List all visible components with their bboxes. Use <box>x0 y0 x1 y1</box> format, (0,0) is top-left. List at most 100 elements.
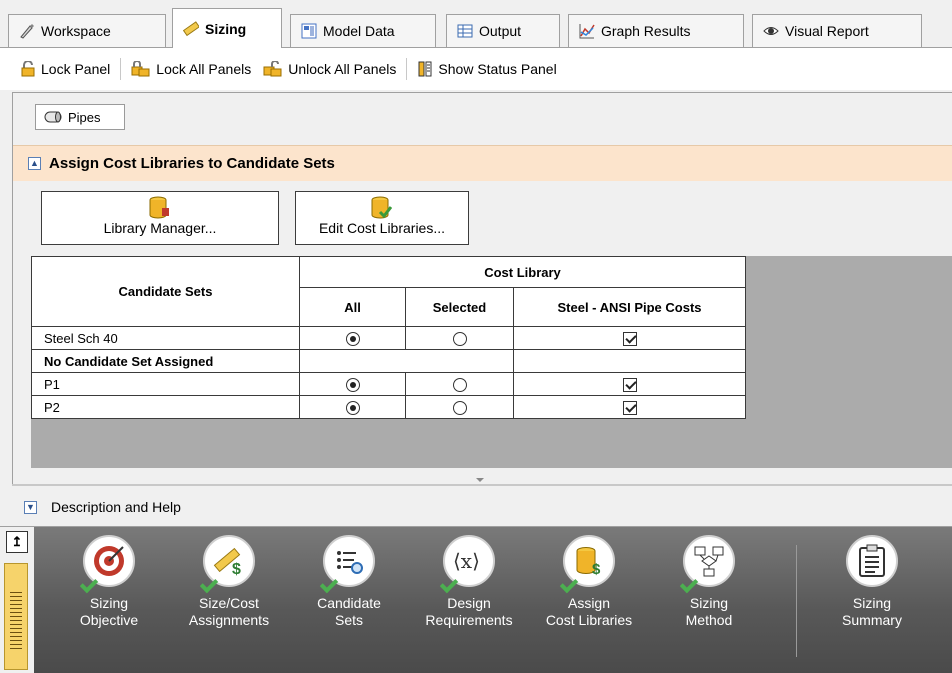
edit-cost-libraries-button[interactable]: Edit Cost Libraries... <box>295 191 469 245</box>
lock-panel-button[interactable]: Lock Panel <box>14 61 116 77</box>
selected-radio[interactable] <box>452 400 467 415</box>
step-label-line2: Requirements <box>425 612 513 628</box>
step-navigator: Sizing Objective $ Size/Cost Assignments… <box>34 527 952 673</box>
steel-checkbox-cell[interactable] <box>513 372 746 396</box>
all-radio-cell[interactable] <box>299 372 406 396</box>
pipe-name: P1 <box>31 372 300 396</box>
selected-radio-cell[interactable] <box>405 372 514 396</box>
all-radio[interactable] <box>345 400 360 415</box>
svg-text:$: $ <box>232 561 241 578</box>
library-manager-button[interactable]: Library Manager... <box>41 191 279 245</box>
model-data-icon <box>301 23 317 39</box>
target-icon <box>79 535 135 594</box>
table-row: P1 <box>31 372 746 396</box>
cost-library-grid: Candidate Sets Cost Library All Selected… <box>31 256 952 468</box>
all-radio[interactable] <box>345 377 360 392</box>
step-sizing-summary[interactable]: Sizing Summary <box>812 535 932 629</box>
steel-checkbox-cell[interactable] <box>513 395 746 419</box>
tab-sizing-label: Sizing <box>205 20 247 37</box>
step-label-line2: Assignments <box>188 612 270 628</box>
panel-splitter[interactable] <box>12 484 952 486</box>
toolbar-separator <box>120 58 122 80</box>
step-size-cost-assignments[interactable]: $ Size/Cost Assignments <box>169 535 289 629</box>
status-panel-icon <box>418 61 432 77</box>
toolbar: Lock Panel Lock All Panels Unlock All Pa… <box>0 47 952 90</box>
step-label-line2: Objective <box>79 612 139 628</box>
database-check-icon <box>371 196 392 219</box>
selected-radio-cell[interactable] <box>405 326 514 350</box>
pin-panel-icon[interactable]: ↥ <box>6 531 28 553</box>
steel-checkbox[interactable] <box>622 377 637 392</box>
sizing-steps-panel: ↥ Sizing Objective $ Size/Cost Assignmen… <box>0 526 952 673</box>
step-sizing-objective[interactable]: Sizing Objective <box>49 535 169 629</box>
show-status-panel-button[interactable]: Show Status Panel <box>411 61 562 77</box>
step-label-line1: Size/Cost <box>199 595 259 611</box>
library-manager-label: Library Manager... <box>103 220 217 236</box>
table-row: Steel Sch 40 <box>31 326 746 350</box>
cost-library-header: Cost Library <box>299 256 746 288</box>
ruler-icon <box>183 20 199 36</box>
tab-visual-report[interactable]: Visual Report <box>752 14 922 47</box>
tab-output[interactable]: Output <box>446 14 560 47</box>
all-radio[interactable] <box>345 331 360 346</box>
collapse-chevron-icon[interactable]: ▲ <box>28 157 41 170</box>
expand-chevron-icon[interactable]: ▼ <box>24 500 37 514</box>
database-dollar-icon: $ <box>559 535 615 594</box>
candidate-set-group-name: No Candidate Set Assigned <box>31 349 300 373</box>
step-label-line2: Summary <box>842 612 902 628</box>
selected-radio[interactable] <box>452 331 467 346</box>
database-icon <box>149 196 169 219</box>
steel-checkbox[interactable] <box>622 331 637 346</box>
splitter-arrow-icon[interactable] <box>476 478 484 482</box>
tab-graph-results-label: Graph Results <box>601 23 691 39</box>
table-icon <box>457 24 473 38</box>
description-and-help-header[interactable]: ▼ Description and Help <box>0 492 952 522</box>
tab-workspace[interactable]: Workspace <box>8 14 166 47</box>
flowchart-icon <box>679 535 735 594</box>
section-title: Assign Cost Libraries to Candidate Sets <box>49 155 335 172</box>
steel-checkbox-cell[interactable] <box>513 326 746 350</box>
step-label-line1: Sizing <box>852 595 892 611</box>
variable-icon: ⟨x⟩ <box>439 535 495 594</box>
main-tab-bar: Workspace Sizing Model Data Output Graph… <box>0 0 952 48</box>
pencil-icon <box>20 24 34 39</box>
tab-model-data-label: Model Data <box>323 23 395 39</box>
tab-graph-results[interactable]: Graph Results <box>568 14 744 47</box>
step-label-line1: Sizing <box>89 595 129 611</box>
all-radio-cell[interactable] <box>299 326 406 350</box>
all-radio-cell[interactable] <box>299 395 406 419</box>
step-design-requirements[interactable]: ⟨x⟩ Design Requirements <box>409 535 529 629</box>
table-row: No Candidate Set Assigned <box>31 349 746 373</box>
steel-checkbox[interactable] <box>622 400 637 415</box>
lock-icon <box>21 61 35 77</box>
step-label-line1: Design <box>447 595 491 611</box>
assign-cost-libraries-header[interactable]: ▲ Assign Cost Libraries to Candidate Set… <box>13 145 952 181</box>
group-empty-cell <box>299 349 514 373</box>
step-candidate-sets[interactable]: Candidate Sets <box>289 535 409 629</box>
svg-text:⟨x⟩: ⟨x⟩ <box>453 549 480 573</box>
tab-sizing[interactable]: Sizing <box>172 8 282 48</box>
description-and-help-label: Description and Help <box>51 499 181 515</box>
step-label-line1: Assign <box>567 595 611 611</box>
step-assign-cost-libraries[interactable]: $ Assign Cost Libraries <box>529 535 649 629</box>
sizing-ruler-tab[interactable] <box>4 563 28 670</box>
selected-radio-cell[interactable] <box>405 395 514 419</box>
step-label-line1: Candidate <box>317 595 381 611</box>
eye-icon <box>763 27 779 35</box>
group-empty-cell <box>513 349 746 373</box>
pipes-button[interactable]: Pipes <box>35 104 125 130</box>
lock-panel-label: Lock Panel <box>41 61 111 77</box>
lock-all-panels-button[interactable]: Lock All Panels <box>125 61 257 77</box>
toolbar-separator <box>406 58 408 80</box>
selected-radio[interactable] <box>452 377 467 392</box>
sizing-main-panel: Pipes ▲ Assign Cost Libraries to Candida… <box>12 92 952 484</box>
steel-ansi-column-header: Steel - ANSI Pipe Costs <box>513 287 746 327</box>
step-label-line2: Method <box>685 612 733 628</box>
show-status-panel-label: Show Status Panel <box>438 61 557 77</box>
edit-cost-libraries-label: Edit Cost Libraries... <box>318 220 446 236</box>
tab-model-data[interactable]: Model Data <box>290 14 436 47</box>
unlock-all-icon <box>263 61 282 77</box>
unlock-all-panels-button[interactable]: Unlock All Panels <box>257 61 402 77</box>
step-sizing-method[interactable]: Sizing Method <box>649 535 769 629</box>
candidate-set-name: Steel Sch 40 <box>31 326 300 350</box>
